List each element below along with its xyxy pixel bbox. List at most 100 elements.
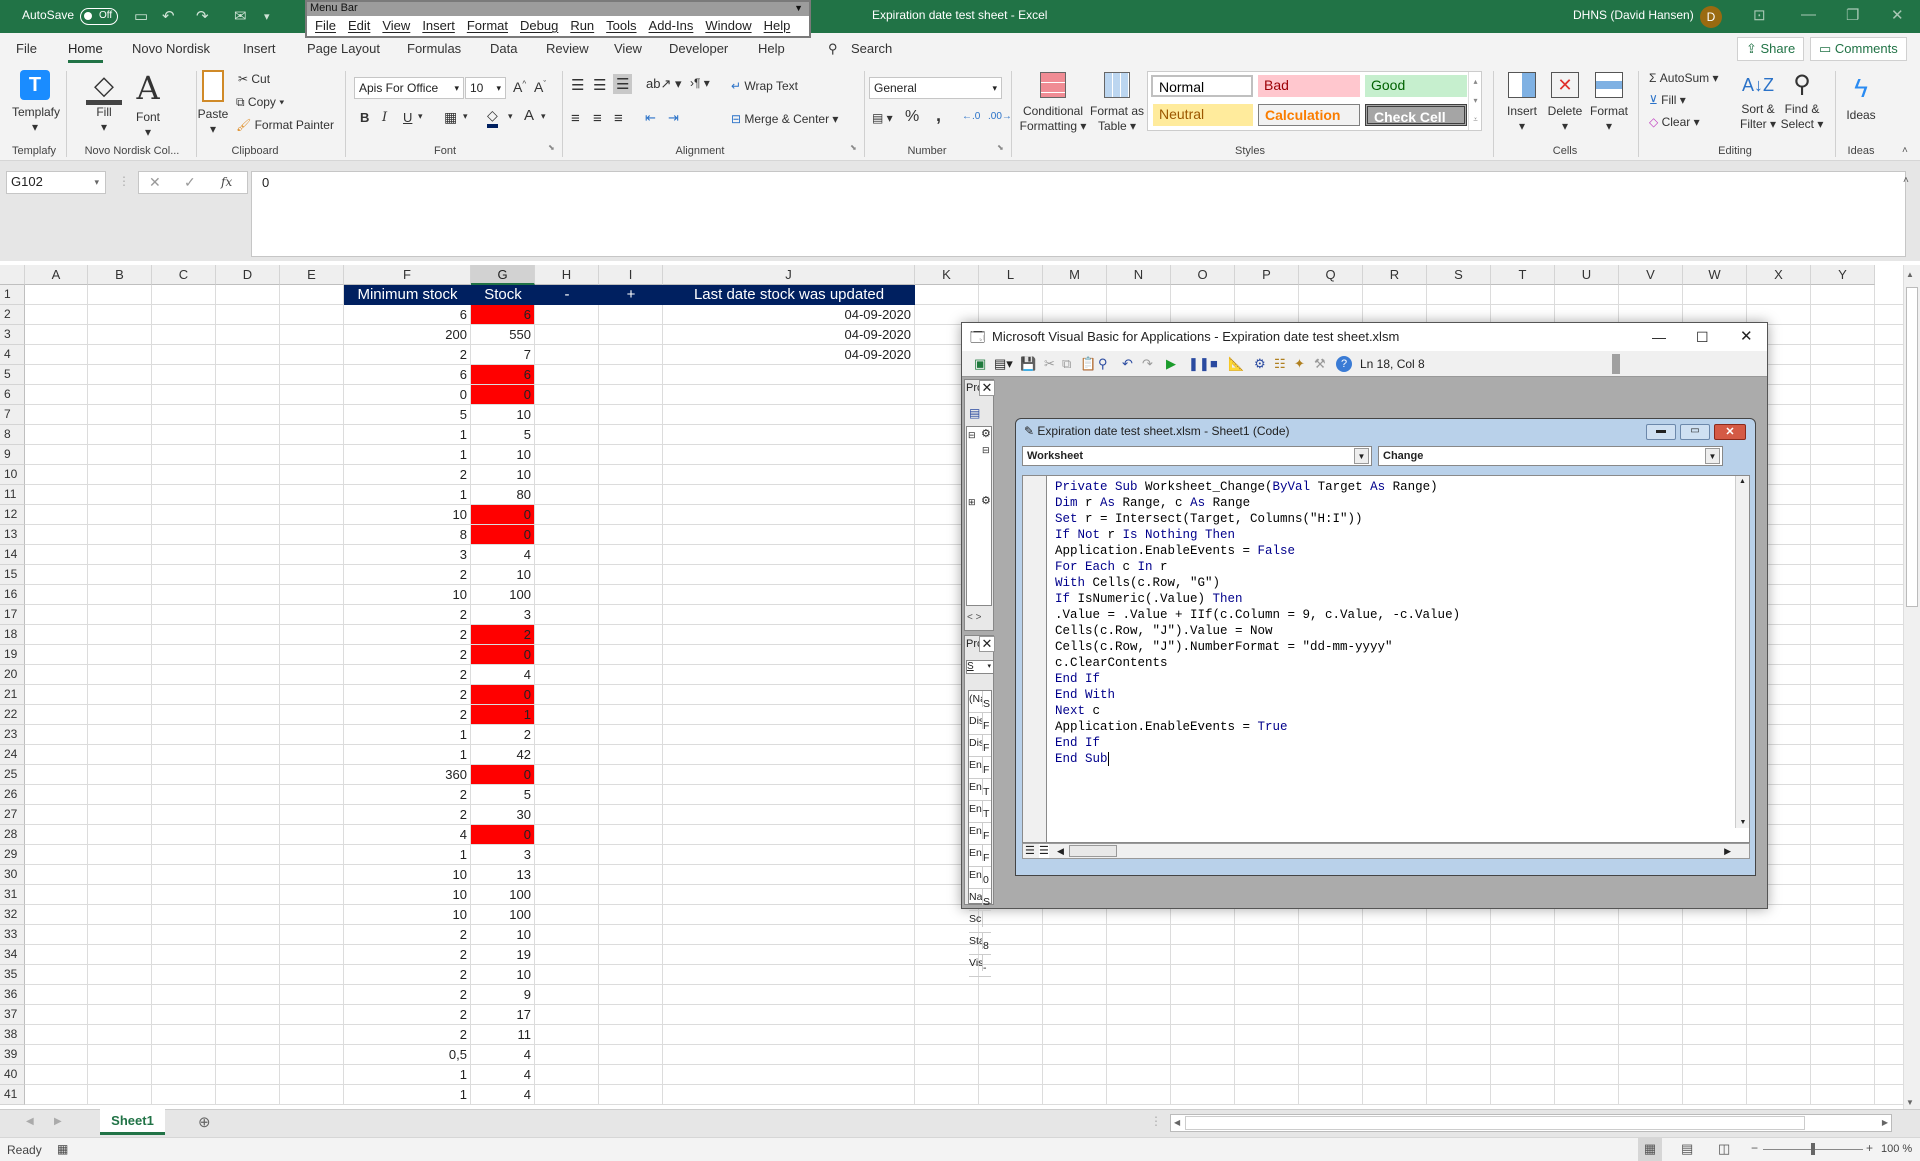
tab-home[interactable]: Home: [68, 41, 103, 63]
reset-icon[interactable]: ■: [1210, 356, 1218, 371]
cell-stock[interactable]: 2: [471, 625, 534, 644]
row-header-15[interactable]: 15: [0, 565, 25, 585]
increase-font-icon[interactable]: A^: [513, 79, 526, 95]
scroll-left-icon[interactable]: ◀: [1057, 844, 1064, 858]
cell-minimum-stock[interactable]: 6: [344, 365, 470, 384]
view-object-icon[interactable]: ▤: [969, 406, 980, 420]
macro-recording-icon[interactable]: ▦: [57, 1142, 68, 1156]
code-line[interactable]: End With: [1055, 687, 1460, 703]
procedure-dropdown[interactable]: Change ▼: [1378, 446, 1723, 466]
row-header-12[interactable]: 12: [0, 505, 25, 525]
page-break-view-icon[interactable]: ◫: [1718, 1141, 1730, 1157]
code-horizontal-scrollbar[interactable]: ☰ ☰ ◀ ▶: [1022, 843, 1750, 859]
cell-stock[interactable]: 17: [471, 1005, 534, 1024]
tab-developer[interactable]: Developer: [669, 41, 728, 56]
cell-stock[interactable]: 100: [471, 905, 534, 924]
procedure-dropdown-arrow[interactable]: ▼: [1705, 448, 1720, 464]
user-name[interactable]: DHNS (David Hansen): [1573, 8, 1694, 22]
zoom-in-icon[interactable]: +: [1866, 1141, 1873, 1155]
row-header-32[interactable]: 32: [0, 905, 25, 925]
cell-minimum-stock[interactable]: 4: [344, 825, 470, 844]
code-line[interactable]: Private Sub Worksheet_Change(ByVal Targe…: [1055, 479, 1460, 495]
row-header-20[interactable]: 20: [0, 665, 25, 685]
cell-stock[interactable]: 4: [471, 1045, 534, 1064]
toolbox-icon[interactable]: ⚒: [1314, 356, 1326, 372]
orientation-icon[interactable]: ab↗ ▾: [646, 76, 682, 92]
vba-find-icon[interactable]: ⚲: [1098, 356, 1108, 372]
cell-minimum-stock[interactable]: 0,5: [344, 1045, 470, 1064]
align-center-icon[interactable]: ≡: [593, 110, 602, 127]
share-button[interactable]: ⇪ Share: [1737, 37, 1805, 61]
name-box[interactable]: G102 ▾: [6, 171, 106, 194]
cell-minimum-stock[interactable]: 1: [344, 1065, 470, 1084]
row-header-31[interactable]: 31: [0, 885, 25, 905]
tab-file[interactable]: File: [16, 41, 37, 56]
object-dropdown[interactable]: Worksheet ▼: [1022, 446, 1372, 466]
cell-minimum-stock[interactable]: 1: [344, 725, 470, 744]
prev-sheet-icon[interactable]: ◀: [26, 1116, 34, 1127]
row-header-10[interactable]: 10: [0, 465, 25, 485]
column-header-v[interactable]: V: [1619, 265, 1683, 285]
zoom-out-icon[interactable]: −: [1751, 1141, 1758, 1155]
column-header-t[interactable]: T: [1491, 265, 1555, 285]
cell-stock[interactable]: 4: [471, 1065, 534, 1084]
code-line[interactable]: For Each c In r: [1055, 559, 1460, 575]
cell-stock[interactable]: 4: [471, 665, 534, 684]
code-line[interactable]: Next c: [1055, 703, 1460, 719]
increase-decimal-icon[interactable]: ←.0: [962, 111, 980, 122]
cell-stock[interactable]: 6: [471, 365, 534, 384]
styles-scroll[interactable]: ▴ ▾ ⩡: [1468, 72, 1482, 130]
cell-stock[interactable]: 10: [471, 465, 534, 484]
properties-object-dropdown[interactable]: S ▾: [966, 660, 994, 674]
decrease-font-icon[interactable]: Aˇ: [534, 79, 546, 95]
cell-minimum-stock[interactable]: 2: [344, 685, 470, 704]
row-header-27[interactable]: 27: [0, 805, 25, 825]
comma-button[interactable]: ,: [936, 105, 941, 126]
vba-menu-run[interactable]: Run: [570, 16, 594, 36]
property-row[interactable]: En0: [969, 867, 991, 889]
row-header-34[interactable]: 34: [0, 945, 25, 965]
normal-view-icon[interactable]: ▦: [1638, 1138, 1662, 1161]
tab-page-layout[interactable]: Page Layout: [307, 41, 380, 56]
code-line[interactable]: Cells(c.Row, "J").Value = Now: [1055, 623, 1460, 639]
cell-minimum-stock[interactable]: 2: [344, 645, 470, 664]
row-header-6[interactable]: 6: [0, 385, 25, 405]
tab-novo-nordisk[interactable]: Novo Nordisk: [132, 41, 210, 56]
formula-input[interactable]: 0: [251, 171, 1906, 257]
vba-menu-edit[interactable]: Edit: [348, 16, 370, 36]
borders-icon[interactable]: ▦: [444, 109, 457, 126]
code-line[interactable]: End If: [1055, 671, 1460, 687]
hscroll-right-icon[interactable]: ▶: [1882, 1115, 1888, 1131]
underline-button[interactable]: U: [403, 110, 412, 125]
property-row[interactable]: EnF: [969, 823, 991, 845]
row-header-26[interactable]: 26: [0, 785, 25, 805]
cell-stock[interactable]: 7: [471, 345, 534, 364]
object-browser-icon[interactable]: ✦: [1294, 356, 1305, 372]
row-header-2[interactable]: 2: [0, 305, 25, 325]
cell-minimum-stock[interactable]: 1: [344, 485, 470, 504]
vba-paste-icon[interactable]: 📋: [1080, 356, 1096, 372]
vba-help-icon[interactable]: ?: [1336, 356, 1352, 372]
row-header-37[interactable]: 37: [0, 1005, 25, 1025]
clear-button[interactable]: ◇ Clear ▾: [1649, 115, 1700, 129]
cell-stock[interactable]: 80: [471, 485, 534, 504]
column-header-i[interactable]: I: [599, 265, 663, 285]
cell-stock[interactable]: 550: [471, 325, 534, 344]
redo-icon[interactable]: ↷: [196, 7, 209, 25]
column-header-r[interactable]: R: [1363, 265, 1427, 285]
cell-minimum-stock[interactable]: 1: [344, 425, 470, 444]
align-left-icon[interactable]: ≡: [571, 110, 580, 127]
cell-minimum-stock[interactable]: 10: [344, 865, 470, 884]
row-header-28[interactable]: 28: [0, 825, 25, 845]
column-header-g[interactable]: G: [471, 265, 535, 285]
cell-stock[interactable]: 30: [471, 805, 534, 824]
cell-minimum-stock[interactable]: 2: [344, 985, 470, 1004]
code-close-icon[interactable]: ✕: [1714, 424, 1746, 440]
hscroll-thumb[interactable]: [1185, 1116, 1805, 1130]
code-line[interactable]: .Value = .Value + IIf(c.Column = 9, c.Va…: [1055, 607, 1460, 623]
column-header-a[interactable]: A: [25, 265, 88, 285]
full-module-view-icon[interactable]: ☰: [1039, 844, 1049, 858]
vba-menu-help[interactable]: Help: [764, 16, 791, 36]
vba-menu-insert[interactable]: Insert: [422, 16, 455, 36]
format-cells-button[interactable]: Format ▾: [1587, 72, 1631, 134]
